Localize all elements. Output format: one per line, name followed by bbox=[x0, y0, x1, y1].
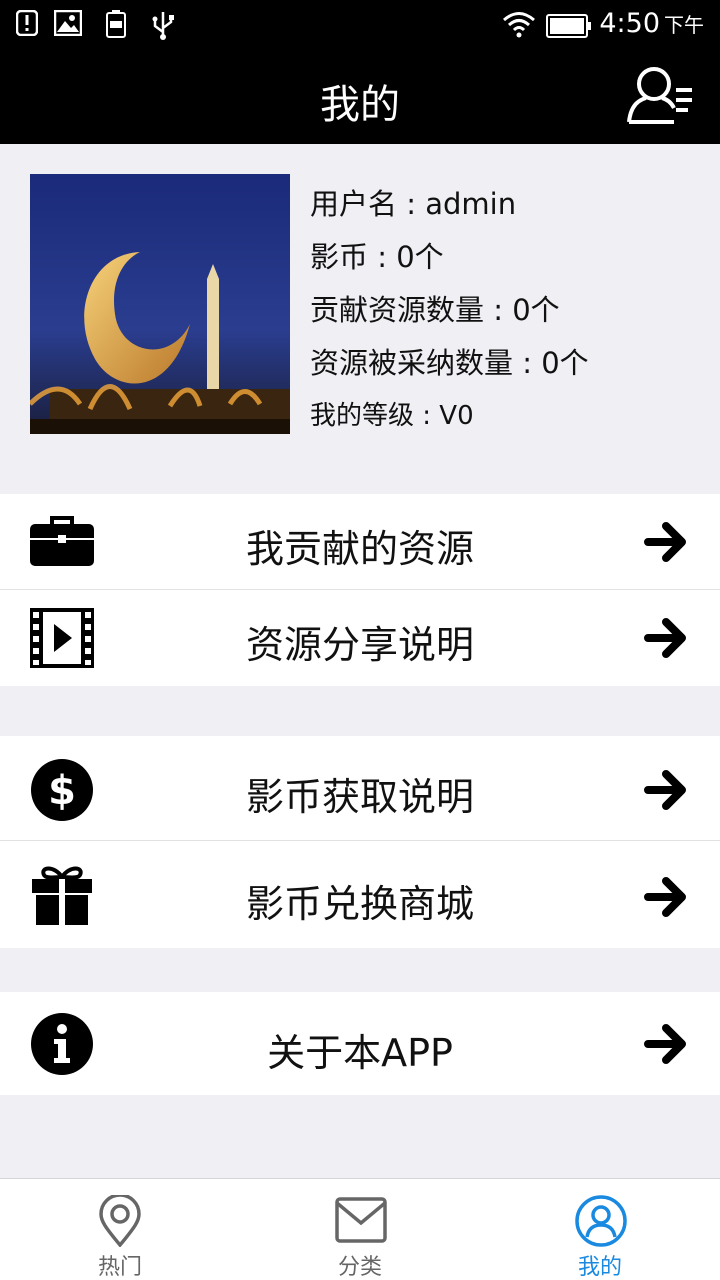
image-icon bbox=[54, 10, 82, 36]
tab-hot[interactable]: 热门 bbox=[0, 1179, 240, 1280]
tab-mine[interactable]: 我的 bbox=[480, 1179, 720, 1280]
app-header: 我的 bbox=[0, 50, 720, 144]
wifi-icon bbox=[503, 12, 535, 38]
tab-label: 我的 bbox=[577, 1255, 622, 1280]
bottom-tab-bar: 热门 分类 我的 bbox=[0, 1178, 720, 1280]
tab-label: 分类 bbox=[337, 1255, 382, 1280]
arrow-right-icon bbox=[644, 618, 686, 658]
menu-group-about: 关于本APP bbox=[0, 992, 720, 1095]
menu-item-coin-instructions[interactable]: $ 影币获取说明 bbox=[0, 736, 720, 841]
contributed-count-text: 贡献资源数量 : 0个 bbox=[310, 293, 560, 327]
user-circle-icon bbox=[575, 1195, 627, 1247]
page-title: 我的 bbox=[320, 82, 400, 128]
location-pin-icon bbox=[99, 1195, 141, 1247]
status-time: 4:50 下午 bbox=[599, 8, 704, 39]
profile-card: 用户名 : admin 影币 : 0个 贡献资源数量 : 0个 资源被采纳数量 … bbox=[30, 174, 690, 434]
battery-icon bbox=[546, 14, 591, 38]
menu-item-share-instructions[interactable]: 资源分享说明 bbox=[0, 590, 720, 686]
avatar bbox=[30, 174, 290, 434]
adopted-count-text: 资源被采纳数量 : 0个 bbox=[310, 346, 589, 380]
menu-item-label: 资源分享说明 bbox=[245, 623, 474, 667]
menu-item-label: 影币获取说明 bbox=[245, 775, 474, 819]
arrow-right-icon bbox=[644, 877, 686, 917]
menu-item-about-app[interactable]: 关于本APP bbox=[0, 992, 720, 1095]
arrow-right-icon bbox=[644, 770, 686, 810]
coins-text: 影币 : 0个 bbox=[310, 240, 444, 274]
menu-item-label: 我贡献的资源 bbox=[245, 527, 474, 571]
status-bar: 4:50 下午 bbox=[0, 0, 720, 50]
battery-100-icon bbox=[106, 10, 126, 38]
menu-item-label: 影币兑换商城 bbox=[245, 882, 474, 926]
tab-category[interactable]: 分类 bbox=[240, 1179, 480, 1280]
menu-item-label: 关于本APP bbox=[267, 1031, 453, 1075]
arrow-right-icon bbox=[644, 522, 686, 562]
arrow-right-icon bbox=[644, 1024, 686, 1064]
menu-group-resources: 我贡献的资源 资源分享说明 bbox=[0, 494, 720, 686]
user-menu-icon[interactable] bbox=[626, 64, 696, 128]
usb-icon bbox=[152, 12, 174, 40]
level-text: 我的等级 : V0 bbox=[310, 401, 474, 431]
envelope-icon bbox=[335, 1197, 387, 1243]
menu-item-my-contributions[interactable]: 我贡献的资源 bbox=[0, 494, 720, 590]
tab-label: 热门 bbox=[97, 1255, 142, 1280]
username-text: 用户名 : admin bbox=[310, 187, 517, 221]
menu-item-coin-shop[interactable]: 影币兑换商城 bbox=[0, 841, 720, 948]
menu-group-coins: $ 影币获取说明 影币兑换商城 bbox=[0, 736, 720, 948]
alert-icon bbox=[16, 10, 38, 36]
